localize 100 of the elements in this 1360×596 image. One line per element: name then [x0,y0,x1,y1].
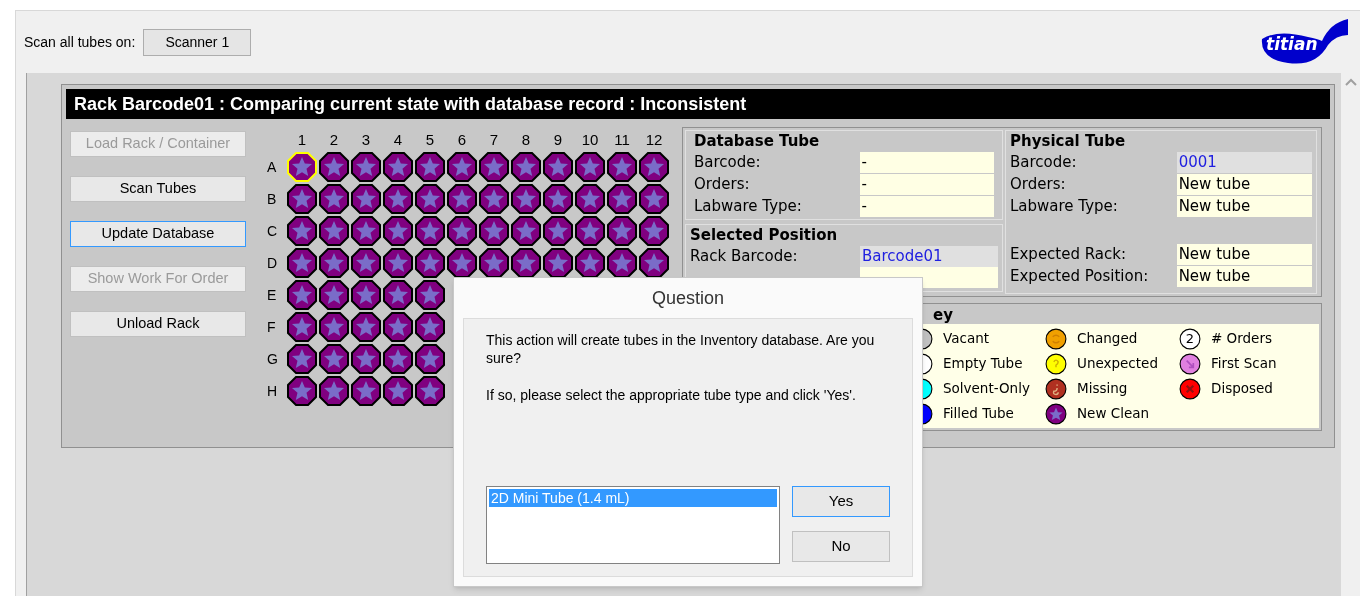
rack-action-button[interactable]: Update Database [70,221,246,247]
tube-well-icon[interactable] [543,248,573,278]
tube-well-icon[interactable] [607,184,637,214]
tube-well-icon[interactable] [447,152,477,182]
tube-well-icon[interactable] [287,344,317,374]
row-letter: B [266,189,278,209]
tube-well-icon[interactable] [287,280,317,310]
rack-action-button[interactable]: Unload Rack [70,311,246,337]
tube-well-icon[interactable] [319,216,349,246]
tube-well-icon[interactable] [543,184,573,214]
tube-well-icon[interactable] [383,344,413,374]
tube-well-icon[interactable] [511,184,541,214]
tube-well-icon[interactable] [415,344,445,374]
tube-well-icon[interactable] [607,216,637,246]
legend-label: Filled Tube [943,404,1014,424]
dialog-instruction: If so, please select the appropriate tube type and click 'Yes'. [486,386,857,405]
field-label: Rack Barcode: [690,245,799,267]
scanner-button[interactable]: Scanner 1 [143,28,252,56]
scan-label: Scan all tubes on: [24,32,136,52]
dialog-button[interactable]: Yes [792,486,890,517]
tube-well-icon[interactable] [287,216,317,246]
tube-well-icon[interactable] [319,312,349,342]
tube-well-icon[interactable] [351,184,381,214]
tube-well-icon[interactable] [383,248,413,278]
tube-well-icon[interactable] [383,280,413,310]
field-value: New tube [1176,243,1312,265]
tube-well-icon[interactable] [447,248,477,278]
field-label: Orders: [694,173,751,195]
dialog-button[interactable]: No [792,531,890,562]
tube-well-icon[interactable] [575,248,605,278]
tube-well-icon[interactable] [351,312,381,342]
tube-well-icon[interactable] [415,248,445,278]
tube-well-icon[interactable] [415,184,445,214]
tube-well-icon[interactable] [639,248,669,278]
tube-well-icon[interactable] [543,152,573,182]
tube-well-icon[interactable] [575,184,605,214]
field-label: Expected Position: [1010,265,1150,287]
tube-well-icon[interactable] [287,184,317,214]
tube-well-icon[interactable] [415,312,445,342]
tube-well-icon[interactable] [319,280,349,310]
tube-well-icon[interactable] [543,216,573,246]
tube-well-icon[interactable] [479,184,509,214]
tube-well-icon[interactable] [639,184,669,214]
tube-well-icon[interactable] [415,152,445,182]
tube-well-icon[interactable] [383,184,413,214]
tube-well-icon[interactable] [479,152,509,182]
tube-well-icon[interactable] [607,152,637,182]
tube-well-icon[interactable] [511,248,541,278]
tube-well-icon[interactable] [511,216,541,246]
tube-well-icon[interactable] [319,248,349,278]
tube-well-icon[interactable] [607,248,637,278]
column-number: 5 [424,129,436,150]
tube-well-icon[interactable] [575,216,605,246]
tube-well-icon[interactable] [287,312,317,342]
column-number: 6 [456,129,468,150]
tube-well-icon[interactable] [351,344,381,374]
tube-well-icon[interactable] [351,216,381,246]
rack-action-button[interactable]: Scan Tubes [70,176,246,202]
field-value: - [859,151,994,173]
column-number: 11 [613,129,631,150]
tube-well-icon[interactable] [415,280,445,310]
field-label: Barcode: [1010,151,1078,173]
tube-well-icon[interactable] [287,376,317,406]
group-title: ey [932,306,953,324]
tube-well-icon[interactable] [479,216,509,246]
column-number: 4 [392,129,404,150]
tube-well-icon[interactable] [287,248,317,278]
column-number: 2 [328,129,340,150]
field-value: Barcode01 [860,245,998,267]
field-value: New tube [1176,195,1312,217]
field-label: Labware Type: [1010,195,1119,217]
tube-well-icon[interactable] [351,152,381,182]
tube-well-icon[interactable] [383,312,413,342]
tube-well-icon[interactable] [511,152,541,182]
tube-well-icon[interactable] [383,216,413,246]
tube-well-icon[interactable] [639,152,669,182]
tube-well-icon[interactable] [383,152,413,182]
tube-well-icon[interactable] [319,152,349,182]
legend-label: Solvent-Only [943,379,1030,399]
tube-well-icon[interactable] [319,184,349,214]
tube-well-icon[interactable] [479,248,509,278]
scrollbar[interactable] [1341,72,1360,596]
group-title: Physical Tube [1010,131,1127,151]
group-title: Selected Position [690,225,839,245]
tube-well-icon[interactable] [575,152,605,182]
tube-well-icon[interactable] [639,216,669,246]
legend-label: Vacant [943,329,989,349]
tube-well-icon[interactable] [415,216,445,246]
tube-well-icon[interactable] [383,376,413,406]
dialog-message: This action will create tubes in the Inventory database. Are you sure? [486,331,876,367]
tube-well-icon[interactable] [319,344,349,374]
field-value: - [859,173,994,195]
row-letter: F [266,317,277,337]
tube-well-icon[interactable] [351,248,381,278]
tube-well-icon[interactable] [351,280,381,310]
tube-well-icon[interactable] [447,216,477,246]
tube-well-icon[interactable] [351,376,381,406]
tube-well-icon[interactable] [319,376,349,406]
tube-well-icon[interactable] [447,184,477,214]
tube-well-icon[interactable] [415,376,445,406]
